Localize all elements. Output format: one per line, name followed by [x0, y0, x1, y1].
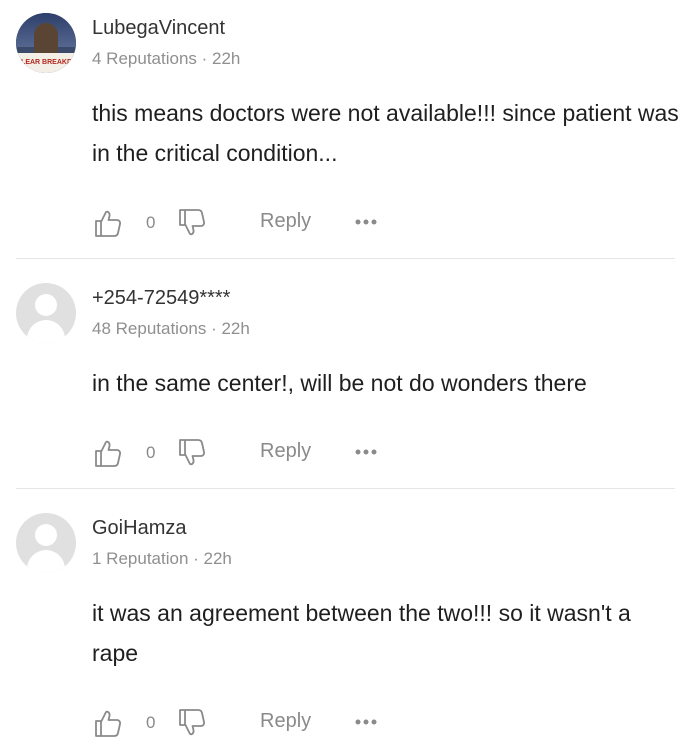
- thumbs-down-icon[interactable]: [176, 207, 208, 239]
- thumbs-down-icon[interactable]: [176, 707, 208, 739]
- comment-text: in the same center!, will be not do wond…: [92, 370, 587, 396]
- divider: [16, 258, 675, 259]
- thumbs-up-icon[interactable]: [92, 437, 124, 469]
- reply-button[interactable]: Reply: [260, 440, 311, 463]
- divider: [16, 488, 675, 489]
- avatar-person: [34, 23, 58, 57]
- user-avatar[interactable]: [16, 283, 76, 343]
- username[interactable]: LubegaVincent: [92, 17, 225, 40]
- thumbs-down-icon[interactable]: [176, 437, 208, 469]
- thumbs-up-icon[interactable]: [92, 707, 124, 739]
- reputation-time: 48 Reputations · 22h: [92, 319, 250, 338]
- more-dots-icon[interactable]: [354, 447, 380, 457]
- more-dots-icon[interactable]: [354, 717, 380, 727]
- username[interactable]: +254-72549****: [92, 287, 230, 310]
- like-count: 0: [146, 443, 156, 462]
- comment-actions: 0 Reply: [92, 207, 392, 239]
- username[interactable]: GoiHamza: [92, 517, 186, 540]
- reputation-time: 4 Reputations · 22h: [92, 49, 241, 68]
- avatar-banner-text: CLEAR BREAKDOWN: [16, 53, 76, 73]
- like-count: 0: [146, 213, 156, 232]
- more-dots-icon[interactable]: [354, 217, 380, 227]
- user-avatar[interactable]: [16, 513, 76, 573]
- comment-text: it was an agreement between the two!!! s…: [92, 600, 631, 666]
- reply-button[interactable]: Reply: [260, 710, 311, 733]
- avatar-body-shape: [27, 550, 65, 573]
- comment-item: CLEAR BREAKDOWN LubegaVincent 4 Reputati…: [0, 13, 690, 258]
- comment-item: GoiHamza 1 Reputation · 22h it was an ag…: [0, 513, 690, 744]
- avatar-body-shape: [27, 320, 65, 343]
- like-count: 0: [146, 713, 156, 732]
- thumbs-up-icon[interactable]: [92, 207, 124, 239]
- comment-item: +254-72549**** 48 Reputations · 22h in t…: [0, 283, 690, 488]
- comment-actions: 0 Reply: [92, 707, 392, 739]
- avatar-head-shape: [35, 294, 57, 316]
- reply-button[interactable]: Reply: [260, 210, 311, 233]
- comment-text: this means doctors were not available!!!…: [92, 100, 679, 166]
- user-avatar[interactable]: CLEAR BREAKDOWN: [16, 13, 76, 73]
- reputation-time: 1 Reputation · 22h: [92, 549, 232, 568]
- comment-actions: 0 Reply: [92, 437, 392, 469]
- avatar-head-shape: [35, 524, 57, 546]
